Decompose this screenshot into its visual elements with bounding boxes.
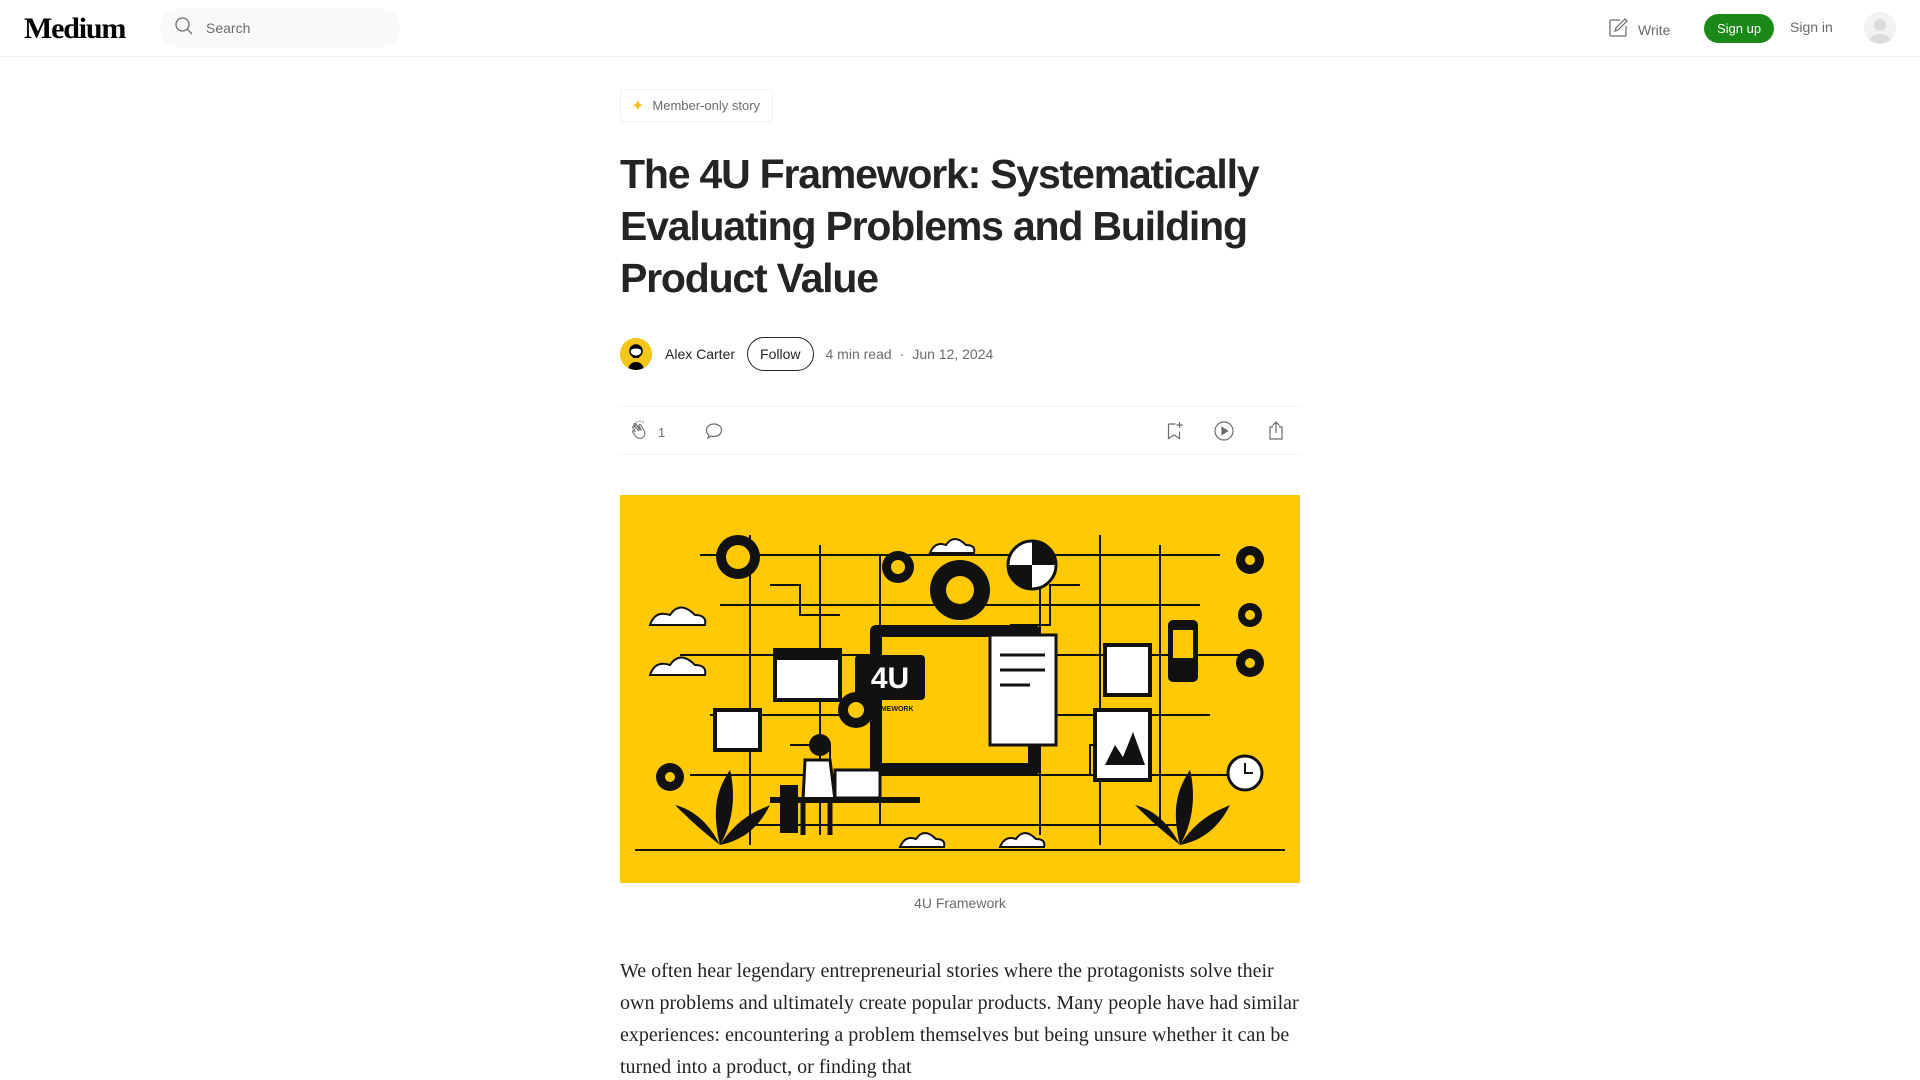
avatar-icon[interactable] bbox=[1864, 12, 1896, 44]
hero-image: 4U FRAMEWORK bbox=[620, 495, 1300, 883]
search-bar[interactable]: Search bbox=[160, 8, 400, 48]
clap-count: 1 bbox=[658, 425, 666, 440]
member-only-badge: ✦ Member-only story bbox=[620, 89, 774, 122]
publish-date: Jun 12, 2024 bbox=[912, 346, 994, 362]
hero-illustration: 4U FRAMEWORK bbox=[620, 495, 1300, 883]
sign-in-link[interactable]: Sign in bbox=[1790, 19, 1833, 35]
article-action-bar: 1 bbox=[620, 406, 1300, 455]
member-only-label: Member-only story bbox=[652, 98, 761, 113]
search-icon bbox=[172, 14, 196, 43]
share-icon bbox=[1264, 419, 1288, 446]
sign-up-button[interactable]: Sign up bbox=[1704, 14, 1774, 43]
author-name[interactable]: Alex Carter bbox=[665, 346, 735, 362]
hero-framework-text: FRAMEWORK bbox=[866, 706, 913, 713]
write-label: Write bbox=[1638, 21, 1671, 38]
share-button[interactable] bbox=[1264, 419, 1288, 446]
article-title: The 4U Framework: Systematically Evaluat… bbox=[620, 151, 1260, 301]
listen-icon bbox=[1212, 419, 1236, 446]
byline: Alex Carter Follow 4 min read · Jun 12, … bbox=[620, 336, 993, 372]
article-body-paragraph: We often hear legendary entrepreneurial … bbox=[620, 960, 1299, 1078]
clap-icon bbox=[628, 419, 652, 446]
write-button[interactable]: Write bbox=[1606, 16, 1670, 43]
comment-button[interactable] bbox=[702, 419, 726, 446]
bookmark-button[interactable] bbox=[1162, 419, 1186, 446]
clap-button[interactable]: 1 bbox=[628, 419, 665, 446]
author-avatar[interactable] bbox=[620, 338, 652, 370]
medium-logo[interactable]: Medium bbox=[24, 12, 126, 46]
follow-button[interactable]: Follow bbox=[747, 337, 814, 371]
write-icon bbox=[1606, 16, 1638, 43]
search-input[interactable]: Search bbox=[206, 20, 250, 36]
bookmark-icon bbox=[1162, 419, 1186, 446]
top-navigation: Medium Search Write Sign up Sign in bbox=[0, 0, 1920, 57]
hero-4u-text: 4U bbox=[871, 662, 909, 695]
separator-dot: · bbox=[899, 346, 905, 362]
sparkle-icon: ✦ bbox=[631, 97, 645, 115]
read-time: 4 min read bbox=[825, 346, 892, 362]
listen-button[interactable] bbox=[1212, 419, 1236, 446]
image-caption: 4U Framework bbox=[914, 895, 1006, 911]
comment-icon bbox=[702, 419, 726, 446]
